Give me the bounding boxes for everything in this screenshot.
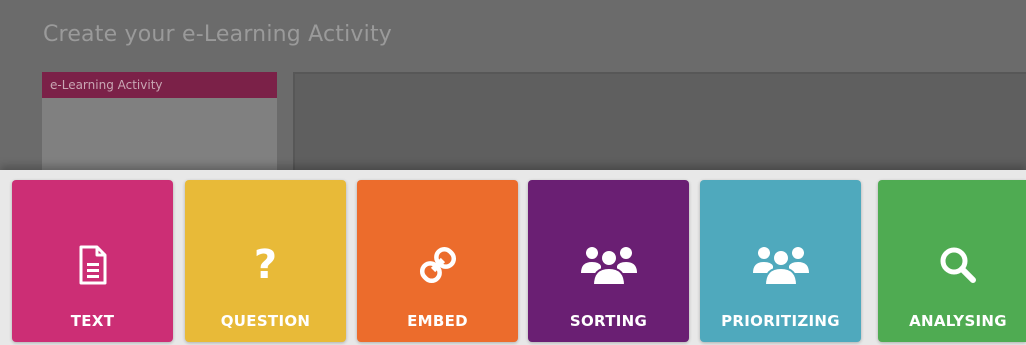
activity-card-header: e-Learning Activity <box>42 72 277 98</box>
search-icon <box>878 242 1026 288</box>
embed-tile-label: EMBED <box>407 312 468 330</box>
analysing-tile-label: ANALYSING <box>909 312 1007 330</box>
analysing-tile-button[interactable]: ANALYSING <box>878 180 1026 342</box>
group-icon <box>528 242 689 288</box>
dimmed-background: Create your e-Learning Activity e-Learni… <box>0 0 1026 172</box>
stage: Create your e-Learning Activity e-Learni… <box>0 0 1026 345</box>
sorting-tile-label: SORTING <box>569 312 648 330</box>
text-tile-label: TEXT <box>70 312 115 330</box>
sorting-tile-button[interactable]: SORTING <box>528 180 689 342</box>
embed-tile-button[interactable]: EMBED <box>357 180 518 342</box>
activity-canvas <box>293 72 1026 172</box>
text-tile-button[interactable]: TEXT <box>12 180 173 342</box>
link-icon <box>357 242 518 288</box>
document-icon <box>12 242 173 288</box>
page-title: Create your e-Learning Activity <box>43 22 393 47</box>
group-icon <box>700 242 861 288</box>
question-icon: ? <box>253 242 278 288</box>
question-tile-label: QUESTION <box>220 312 311 330</box>
activity-card[interactable]: e-Learning Activity <box>42 72 277 172</box>
prioritizing-tile-label: PRIORITIZING <box>721 312 840 330</box>
question-tile-button[interactable]: ? QUESTION <box>185 180 346 342</box>
prioritizing-tile-button[interactable]: PRIORITIZING <box>700 180 861 342</box>
